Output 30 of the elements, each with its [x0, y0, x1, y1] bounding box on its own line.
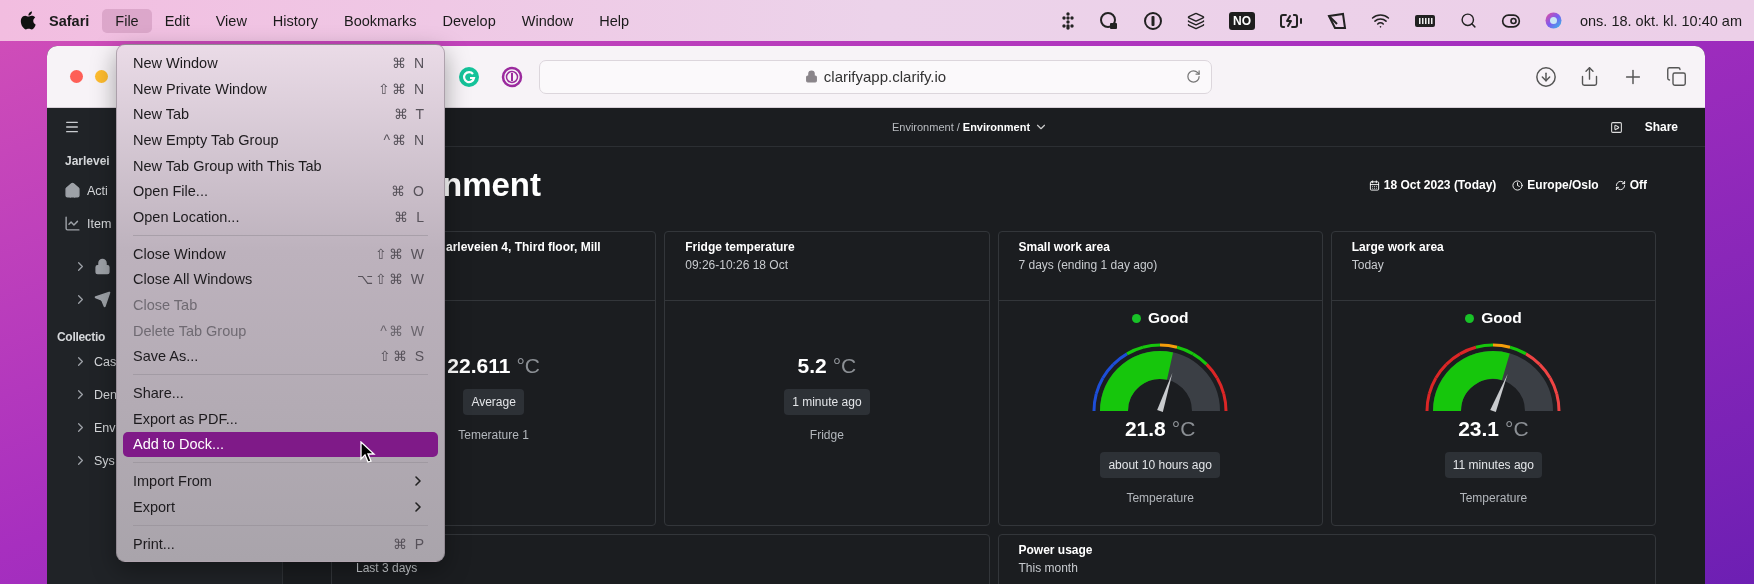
unit-label: °C — [516, 354, 540, 378]
card-subtitle: This month — [1018, 561, 1079, 575]
card-caption: Temerature 1 — [458, 428, 529, 442]
value-reading: 22.611 — [447, 354, 511, 378]
status-label: Good — [1481, 309, 1522, 327]
card-title: Fridge temperature — [685, 240, 795, 254]
time-tag: Average — [463, 389, 524, 415]
time-tag: 11 minutes ago — [1444, 452, 1542, 478]
card-title: Power usage — [1018, 543, 1093, 557]
value-reading: 23.1 — [1458, 417, 1499, 441]
unit-label: °C — [1171, 417, 1196, 441]
unit-label: °C — [832, 354, 857, 378]
card-subtitle: Last 3 days — [356, 561, 419, 575]
value-reading: 5.2 — [797, 354, 827, 378]
time-tag: about 10 hours ago — [1100, 452, 1220, 478]
value-reading: 21.8 — [1124, 417, 1166, 441]
card-caption: Temperature — [1126, 491, 1194, 505]
card-caption: Temperature — [1459, 491, 1528, 505]
card-title: Large work area — [1351, 240, 1444, 254]
dashboard-title: nment — [442, 166, 541, 204]
unit-label: °C — [1505, 417, 1529, 441]
card-title: arleveien 4, Third floor, Mill — [446, 240, 601, 254]
time-tag: 1 minute ago — [784, 389, 870, 415]
card-caption: Fridge — [809, 428, 844, 442]
card-subtitle: Today — [1351, 258, 1385, 272]
section-heading: Collectio — [57, 330, 105, 345]
card-title: Small work area — [1018, 240, 1110, 254]
card-subtitle: 7 days (ending 1 day ago) — [1018, 258, 1159, 272]
card-subtitle: 09:26-10:26 18 Oct — [685, 258, 789, 272]
status-label: Good — [1147, 309, 1189, 327]
